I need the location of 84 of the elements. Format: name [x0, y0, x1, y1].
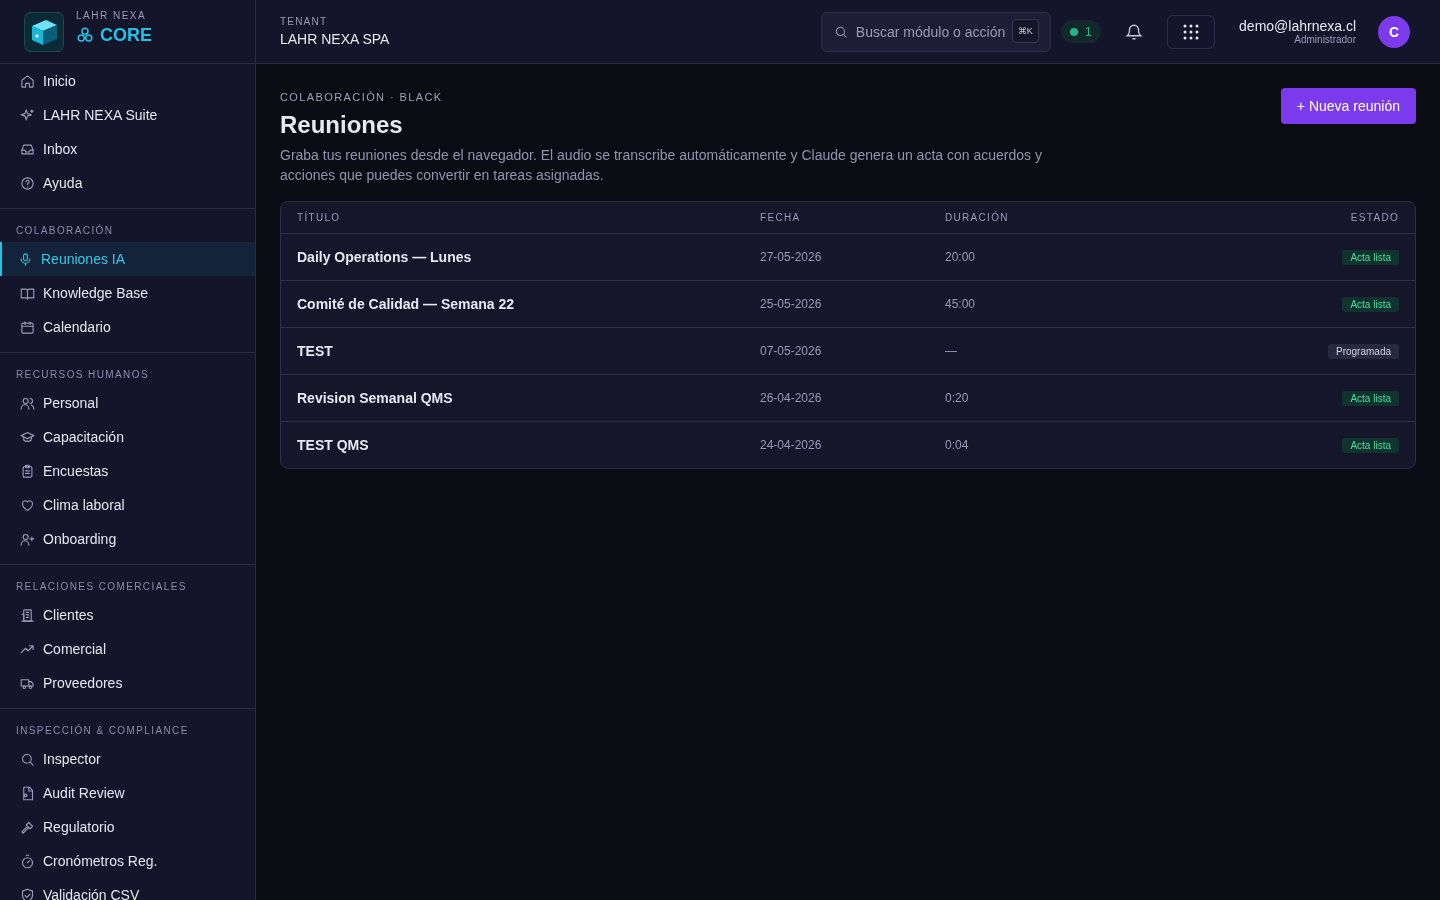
status-badge: Acta lista	[1342, 296, 1399, 312]
sidebar-item[interactable]: Knowledge Base	[0, 276, 255, 310]
sidebar-item[interactable]: Inicio	[0, 64, 255, 98]
sidebar-item[interactable]: Proveedores	[0, 666, 255, 700]
search-icon	[833, 24, 848, 39]
brand-overline: LAHR NEXA	[76, 9, 148, 21]
sparkle-icon	[20, 107, 35, 123]
graduation-cap-icon	[20, 429, 35, 445]
page-description: Graba tus reuniones desde el navegador. El audio se transcribe automáticamente y Claude genera un acta con acuerdos y acciones que puedes convertir en tareas asignadas.	[280, 146, 1043, 185]
clipboard-icon	[20, 463, 35, 479]
sidebar-item[interactable]: Regulatorio	[0, 810, 255, 844]
people-icon	[20, 395, 35, 411]
sidebar-item[interactable]: Audit Review	[0, 776, 255, 810]
help-icon	[20, 175, 35, 191]
column-header: DURACIÓN	[945, 212, 1009, 223]
section-heading: RELACIONES COMERCIALES	[15, 580, 188, 594]
status-badge: Acta lista	[1342, 390, 1399, 406]
cube-logo	[24, 11, 64, 52]
date-cell: 24-04-2026	[760, 438, 822, 452]
status-badge: Acta lista	[1342, 437, 1399, 453]
sidebar-item[interactable]: Onboarding	[0, 522, 255, 556]
user-role: Administrador	[1294, 34, 1356, 45]
inbox-icon	[20, 141, 35, 157]
sidebar-item[interactable]: Personal	[0, 386, 255, 420]
duration-cell: 20:00	[945, 250, 976, 264]
sidebar-item[interactable]: Clima laboral	[0, 488, 255, 522]
meeting-title: TEST QMS	[297, 437, 369, 453]
column-header: TÍTULO	[297, 212, 341, 223]
sidebar-item[interactable]: Calendario	[0, 310, 255, 344]
sidebar-item[interactable]: Clientes	[0, 598, 255, 632]
sidebar-item[interactable]: Comercial	[0, 632, 255, 666]
sidebar-item[interactable]: Reuniones IA	[0, 242, 255, 276]
tenant-label: TENANT	[280, 16, 328, 27]
sidebar-item[interactable]: Inspector	[0, 742, 255, 776]
meeting-title: Revision Semanal QMS	[297, 390, 453, 406]
sidebar-item[interactable]: LAHR NEXA Suite	[0, 98, 255, 132]
sidebar-item[interactable]: Encuestas	[0, 454, 255, 488]
apps-button[interactable]	[1167, 14, 1216, 49]
breadcrumb: COLABORACIÓN · BLACK	[280, 91, 443, 103]
date-cell: 26-04-2026	[760, 391, 822, 405]
sidebar-item[interactable]: Capacitación	[0, 420, 255, 454]
section-heading: RECURSOS HUMANOS	[15, 368, 150, 382]
meeting-title: TEST	[297, 343, 333, 359]
meeting-title: Comité de Calidad — Semana 22	[297, 296, 515, 312]
home-icon	[20, 73, 35, 89]
date-cell: 27-05-2026	[760, 250, 822, 264]
calendar-icon	[20, 319, 35, 335]
sidebar-item[interactable]: Validación CSV	[0, 878, 255, 900]
duration-cell: 0:20	[945, 391, 969, 405]
network-icon	[76, 26, 94, 44]
dots-grid-icon	[1183, 23, 1200, 40]
meeting-title: Daily Operations — Lunes	[297, 249, 472, 265]
duration-cell: —	[945, 344, 957, 358]
user-email: demo@lahrnexa.cl	[1239, 18, 1356, 34]
page-title: Reuniones	[280, 111, 403, 139]
status-badge: Programada	[1327, 343, 1399, 359]
sidebar-item[interactable]: Cronómetros Reg.	[0, 844, 255, 878]
search-icon	[20, 751, 35, 767]
section-heading: INSPECCIÓN & COMPLIANCE	[15, 723, 190, 738]
sidebar-item[interactable]: Ayuda	[0, 166, 255, 200]
microphone-icon	[18, 251, 33, 267]
tenant-name: LAHR NEXA SPA	[280, 31, 390, 47]
building-icon	[20, 607, 35, 623]
status-badge: Acta lista	[1342, 249, 1399, 265]
shield-check-icon	[20, 887, 35, 900]
book-icon	[20, 285, 35, 301]
brand-name: CORE	[100, 24, 152, 46]
stopwatch-icon	[20, 853, 35, 869]
bell-icon[interactable]	[1125, 22, 1144, 41]
gavel-icon	[20, 819, 35, 835]
sidebar-item[interactable]: Inbox	[0, 132, 255, 166]
column-header: FECHA	[760, 212, 801, 223]
heart-icon	[20, 497, 35, 513]
date-cell: 25-05-2026	[760, 297, 822, 311]
duration-cell: 45:00	[945, 297, 976, 311]
column-header: ESTADO	[1350, 212, 1399, 223]
document-icon	[20, 785, 35, 801]
new-meeting-button[interactable]: + Nueva reunión	[1280, 88, 1416, 124]
section-heading: COLABORACIÓN	[15, 223, 115, 238]
user-plus-icon	[20, 531, 35, 547]
online-badge: 1	[1060, 20, 1102, 43]
date-cell: 07-05-2026	[760, 344, 822, 358]
user-avatar[interactable]: C	[1378, 15, 1410, 48]
duration-cell: 0:04	[945, 438, 969, 452]
